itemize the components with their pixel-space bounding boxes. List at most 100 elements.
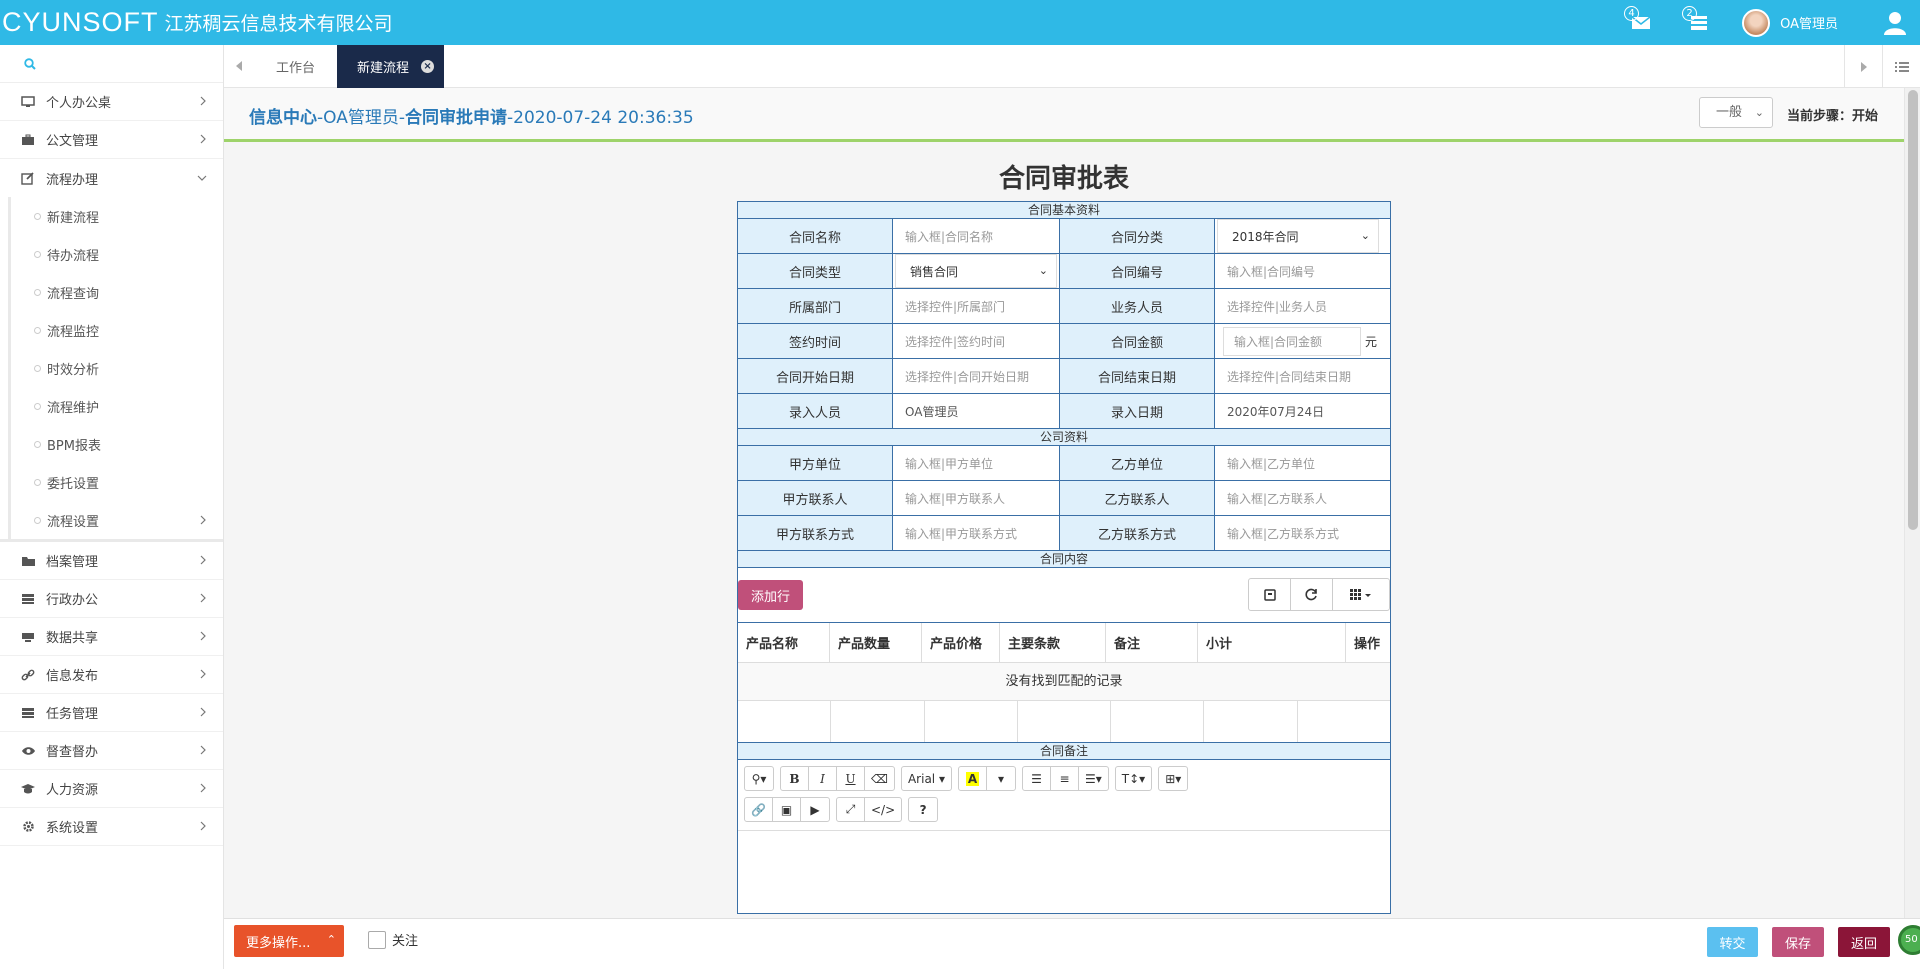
column-header[interactable]: 产品名称: [738, 623, 830, 662]
sidebar-item-supervise[interactable]: 督查督办: [0, 732, 223, 770]
main-scrollbar[interactable]: [1904, 88, 1920, 918]
party-b-input[interactable]: 输入框|乙方单位: [1215, 446, 1381, 480]
line-height-button[interactable]: T↕▾: [1116, 767, 1151, 790]
column-header[interactable]: 小计: [1198, 623, 1346, 662]
avatar[interactable]: [1742, 8, 1771, 37]
help-button[interactable]: ?: [909, 798, 937, 821]
search-icon[interactable]: [24, 57, 36, 70]
close-icon[interactable]: ×: [421, 59, 435, 73]
start-date-picker[interactable]: 选择控件|合同开始日期: [893, 359, 1060, 393]
contact-b-input[interactable]: 输入框|乙方联系人: [1215, 481, 1381, 515]
underline-button[interactable]: U: [837, 767, 865, 790]
code-view-button[interactable]: </>: [865, 798, 901, 821]
sidebar-subitem-flow-query[interactable]: 流程查询: [11, 273, 223, 311]
remark-editor[interactable]: [738, 831, 1390, 913]
mail-button[interactable]: 4: [1624, 5, 1656, 38]
level-select[interactable]: 一般 ⌄: [1699, 97, 1773, 128]
sidebar-item-hr[interactable]: 人力资源: [0, 770, 223, 808]
more-actions-button[interactable]: 更多操作... ⌃: [234, 925, 344, 957]
scrollbar-thumb[interactable]: [1908, 90, 1918, 530]
contract-category-select[interactable]: 2018年合同 ⌄: [1215, 219, 1381, 253]
bottom-bar: 更多操作... ⌃ 关注 转交 保存 返回: [224, 918, 1920, 969]
sidebar-item-info-publish[interactable]: 信息发布: [0, 656, 223, 694]
sidebar-item-personal-office[interactable]: 个人办公桌: [0, 83, 223, 121]
image-button[interactable]: ▣: [773, 798, 801, 821]
transfer-button[interactable]: 转交: [1707, 927, 1758, 957]
sidebar-search[interactable]: [0, 45, 223, 83]
video-button[interactable]: ▶: [801, 798, 829, 821]
bullet-list-button[interactable]: ☰: [1023, 767, 1051, 790]
user-icon[interactable]: [1882, 10, 1908, 36]
column-header[interactable]: 产品数量: [830, 623, 922, 662]
add-row-button[interactable]: 添加行: [738, 580, 803, 610]
sidebar-item-system-settings[interactable]: 系统设置: [0, 808, 223, 846]
sidebar-subitem-new-flow[interactable]: 新建流程: [11, 197, 223, 235]
user-name[interactable]: OA管理员: [1780, 13, 1838, 32]
font-color-button[interactable]: A: [959, 767, 987, 790]
column-header[interactable]: 备注: [1106, 623, 1198, 662]
font-family-select[interactable]: Arial ▾: [902, 767, 951, 790]
contract-type-select[interactable]: 销售合同 ⌄: [893, 254, 1060, 288]
end-date-picker[interactable]: 选择控件|合同结束日期: [1215, 359, 1381, 393]
contact-a-input[interactable]: 输入框|甲方联系人: [893, 481, 1060, 515]
form-row: 合同名称 输入框|合同名称 合同分类 2018年合同 ⌄: [738, 219, 1390, 254]
ordered-list-button[interactable]: ≡: [1051, 767, 1079, 790]
columns-button[interactable]: [1333, 579, 1389, 610]
form-title: 合同审批表: [998, 164, 1129, 194]
section-content: 合同内容: [738, 551, 1390, 568]
phone-b-input[interactable]: 输入框|乙方联系方式: [1215, 516, 1381, 550]
refresh-button[interactable]: [1291, 579, 1333, 610]
clear-format-button[interactable]: ⌫: [865, 767, 894, 790]
sidebar-subitem-flow-settings[interactable]: 流程设置: [11, 501, 223, 539]
font-color-dropdown[interactable]: ▾: [987, 767, 1015, 790]
chevron-right-icon: [199, 554, 207, 569]
corner-badge[interactable]: 50: [1898, 925, 1920, 955]
contract-name-input[interactable]: 输入框|合同名称: [893, 219, 1060, 253]
sign-date-picker[interactable]: 选择控件|签约时间: [893, 324, 1060, 358]
style-button[interactable]: ⚲▾: [745, 767, 773, 790]
sidebar-item-data-share[interactable]: 数据共享: [0, 618, 223, 656]
sidebar-item-workflow[interactable]: 流程办理: [0, 159, 223, 197]
sales-picker[interactable]: 选择控件|业务人员: [1215, 289, 1381, 323]
back-button[interactable]: 返回: [1838, 927, 1890, 957]
sidebar-subitem-delegate[interactable]: 委托设置: [11, 463, 223, 501]
sidebar-item-task-manage[interactable]: 任务管理: [0, 694, 223, 732]
bold-button[interactable]: B: [781, 767, 809, 790]
sidebar-subitem-flow-maintain[interactable]: 流程维护: [11, 387, 223, 425]
monitor-icon: [20, 94, 36, 110]
align-button[interactable]: ☰▾: [1079, 767, 1108, 790]
dept-picker[interactable]: 选择控件|所属部门: [893, 289, 1060, 323]
italic-button[interactable]: I: [809, 767, 837, 790]
save-button[interactable]: 保存: [1772, 927, 1824, 957]
tab-scroll-left[interactable]: [224, 45, 254, 88]
section-basic: 合同基本资料: [738, 202, 1390, 219]
sidebar-subitem-timeliness[interactable]: 时效分析: [11, 349, 223, 387]
column-header[interactable]: 主要条款: [1000, 623, 1106, 662]
contact-b-label: 乙方联系人: [1060, 481, 1215, 515]
follow-toggle[interactable]: 关注: [368, 930, 418, 949]
sidebar-subitem-todo-flow[interactable]: 待办流程: [11, 235, 223, 273]
task-button[interactable]: 2: [1682, 5, 1714, 38]
sidebar-subitem-flow-monitor[interactable]: 流程监控: [11, 311, 223, 349]
phone-a-input[interactable]: 输入框|甲方联系方式: [893, 516, 1060, 550]
link-button[interactable]: 🔗: [745, 798, 773, 821]
toggle-view-button[interactable]: [1249, 579, 1291, 610]
sidebar-item-admin-office[interactable]: 行政办公: [0, 580, 223, 618]
tab-scroll-right[interactable]: [1844, 45, 1882, 88]
sidebar-subitem-bpm-report[interactable]: BPM报表: [11, 425, 223, 463]
tab-new-flow[interactable]: 新建流程 ×: [337, 44, 445, 88]
tab-menu[interactable]: [1882, 45, 1920, 88]
amount-input[interactable]: 输入框|合同金额: [1223, 326, 1361, 356]
tab-workbench[interactable]: 工作台: [254, 45, 337, 88]
sidebar-item-archive[interactable]: 档案管理: [0, 542, 223, 580]
follow-checkbox[interactable]: [368, 930, 386, 949]
sidebar-item-document[interactable]: 公文管理: [0, 121, 223, 159]
caret-left-icon: [236, 61, 242, 71]
contract-name-label: 合同名称: [738, 219, 893, 253]
column-header[interactable]: 产品价格: [922, 623, 1000, 662]
party-a-input[interactable]: 输入框|甲方单位: [893, 446, 1060, 480]
fullscreen-button[interactable]: ⤢: [837, 798, 865, 821]
table-insert-button[interactable]: ⊞▾: [1159, 767, 1187, 790]
column-header[interactable]: 操作: [1346, 623, 1390, 662]
contract-no-input[interactable]: 输入框|合同编号: [1215, 254, 1381, 288]
